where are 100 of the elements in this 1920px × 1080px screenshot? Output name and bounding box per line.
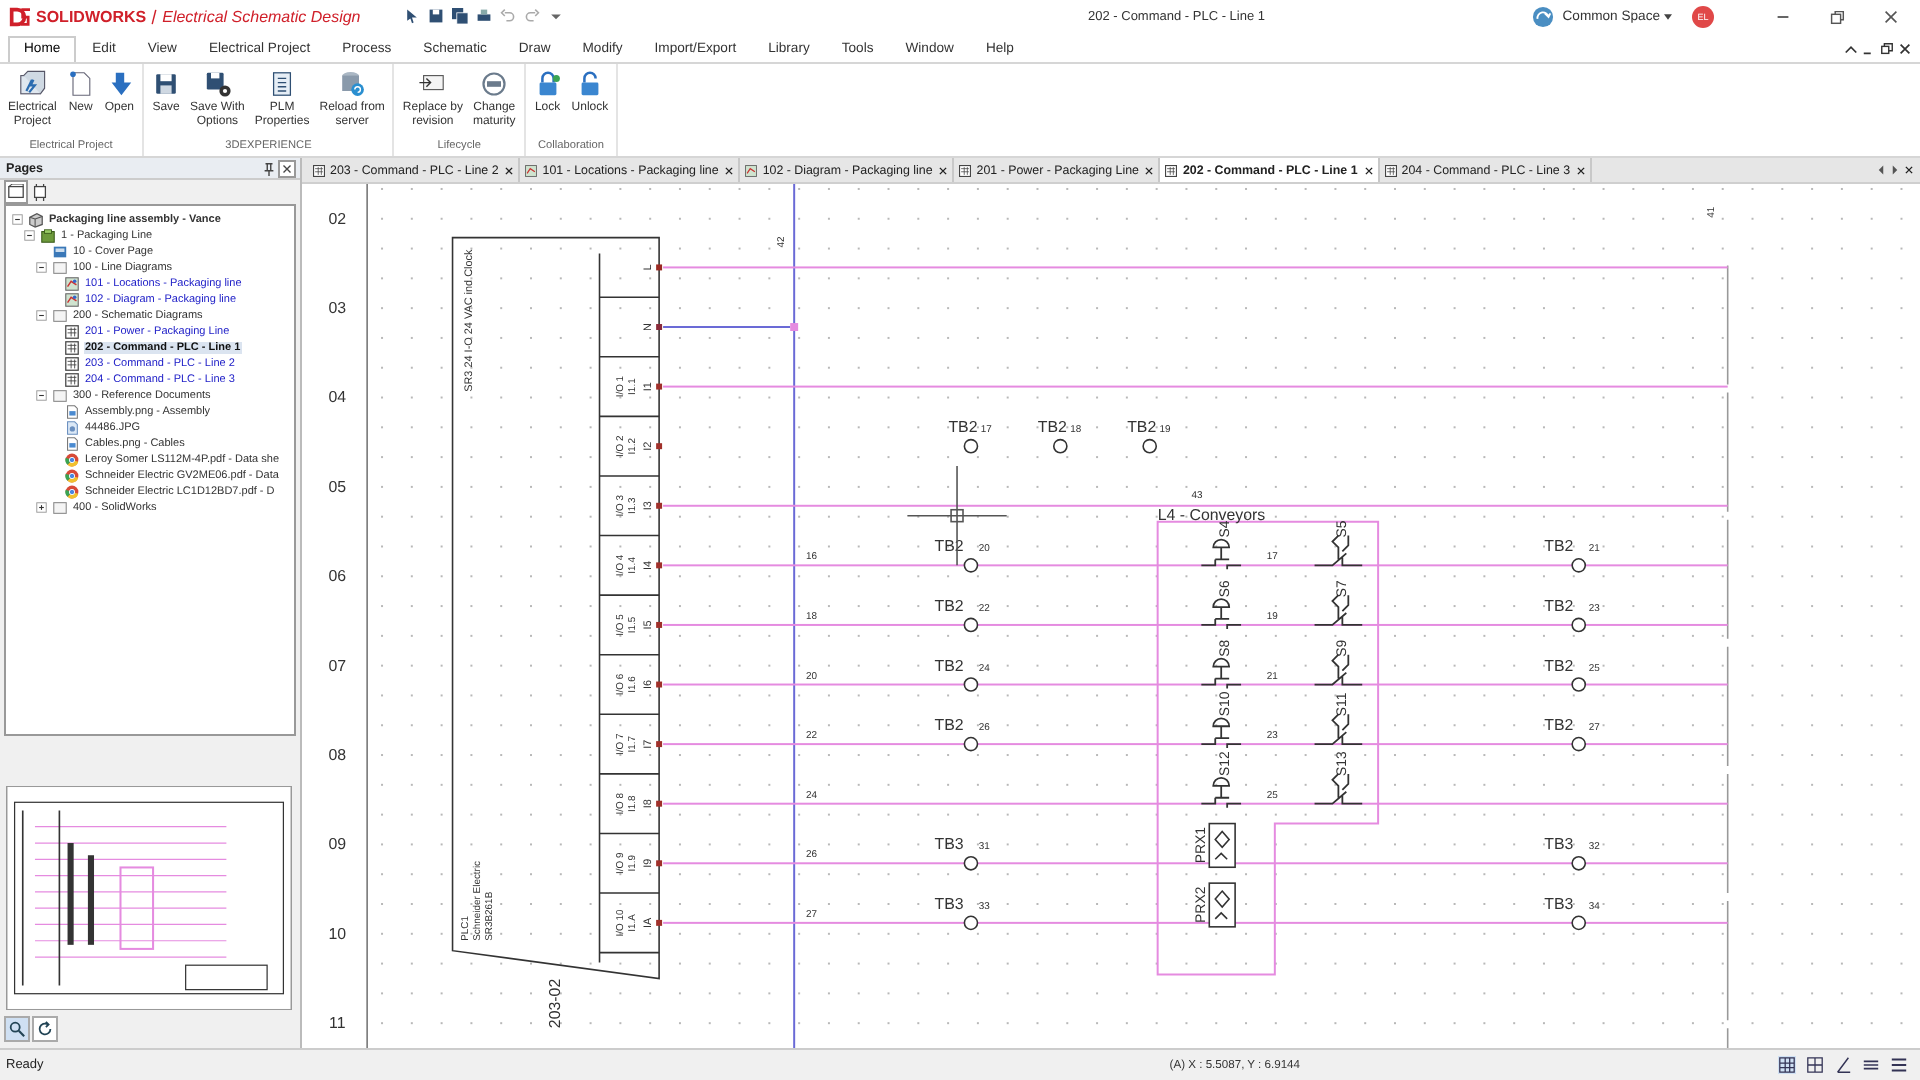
lines-icon[interactable] <box>1862 1056 1880 1074</box>
print-icon[interactable] <box>476 8 493 24</box>
restore-icon[interactable] <box>1880 42 1894 56</box>
close-icon[interactable] <box>1898 42 1912 56</box>
terminal-tag: TB2 <box>1544 716 1574 735</box>
terminal-point <box>656 919 663 926</box>
terminal-symbol <box>963 736 979 752</box>
row-number: 03 <box>328 299 347 318</box>
proximity-sensor-symbol <box>1208 882 1236 928</box>
save-all-icon[interactable] <box>452 8 469 24</box>
pushbutton-symbol <box>1200 657 1242 690</box>
save-options-icon <box>203 70 232 98</box>
folder-icon <box>51 260 67 276</box>
close-icon[interactable] <box>724 165 735 175</box>
close-icon[interactable] <box>1363 165 1374 175</box>
terminal-point <box>656 562 663 569</box>
collapse-ribbon-icon[interactable] <box>1844 42 1858 56</box>
terminal-tag: TB3 <box>1544 894 1574 913</box>
terminal-tag: TB2 <box>1127 418 1157 437</box>
terminal-point <box>656 383 663 390</box>
reload-icon <box>338 70 367 98</box>
switch-symbol <box>1313 534 1364 567</box>
switch-symbol <box>1313 713 1364 745</box>
close-icon[interactable] <box>938 165 949 175</box>
terminal-tag: TB2 <box>934 597 964 616</box>
terminal-point <box>656 800 663 807</box>
separator-icon <box>150 7 159 25</box>
image-file-icon <box>63 404 79 420</box>
terminal-point <box>656 860 663 867</box>
new-icon <box>66 70 95 98</box>
pages-view-icon[interactable] <box>6 182 26 202</box>
row-number: 05 <box>328 477 347 496</box>
dropdown-icon[interactable] <box>548 8 565 24</box>
terminal-tag: TB2 <box>1544 537 1574 556</box>
terminal-tag: TB3 <box>1544 835 1574 854</box>
switch-symbol <box>1313 773 1364 805</box>
project-icon <box>18 70 47 98</box>
close-icon[interactable] <box>1904 164 1914 176</box>
image-file-icon <box>63 436 79 452</box>
terminal-tag: TB2 <box>1037 418 1067 437</box>
close-icon[interactable] <box>280 161 294 175</box>
scroll-right-icon[interactable] <box>1890 164 1900 176</box>
photo-file-icon <box>63 420 79 436</box>
terminal-tag: TB2 <box>1544 656 1574 675</box>
close-icon[interactable] <box>1882 7 1900 25</box>
save-icon <box>152 70 181 98</box>
collapse-icon[interactable] <box>24 230 35 242</box>
pin-icon[interactable] <box>262 161 276 175</box>
terminal-tag: TB2 <box>948 418 978 437</box>
close-icon[interactable] <box>1576 165 1587 175</box>
terminal-tag: TB3 <box>934 835 964 854</box>
plm-icon <box>268 70 297 98</box>
folder-icon <box>51 308 67 324</box>
row-number: 06 <box>328 567 347 586</box>
close-icon[interactable] <box>1144 165 1155 175</box>
collapse-icon[interactable] <box>12 214 23 226</box>
refresh-icon[interactable] <box>34 1018 56 1040</box>
components-view-icon[interactable] <box>30 182 50 202</box>
logo-icon <box>6 5 32 27</box>
terminal-point <box>656 741 663 748</box>
diagram-icon <box>744 163 759 177</box>
restore-icon[interactable] <box>1828 7 1846 25</box>
zoom-icon[interactable] <box>6 1018 28 1040</box>
location-title: L4 - Conveyors <box>1157 505 1266 524</box>
proximity-sensor-symbol <box>1208 822 1236 869</box>
terminal-symbol <box>1571 915 1587 931</box>
diagram-icon <box>524 163 539 177</box>
close-icon[interactable] <box>504 165 515 175</box>
expand-icon[interactable] <box>36 502 47 514</box>
schematic-icon <box>1164 163 1179 177</box>
menu-icon[interactable] <box>1890 1056 1908 1074</box>
grid-icon[interactable] <box>1778 1056 1796 1074</box>
snap-icon[interactable] <box>1806 1056 1824 1074</box>
terminal-symbol <box>1571 736 1587 752</box>
terminal-symbol <box>963 438 979 454</box>
switch-symbol <box>1313 594 1364 626</box>
pushbutton-symbol <box>1200 777 1242 809</box>
maturity-icon <box>480 70 509 98</box>
collapse-icon[interactable] <box>36 390 47 402</box>
save-icon[interactable] <box>428 8 445 24</box>
terminal-symbol <box>963 558 979 573</box>
pointer-icon[interactable] <box>404 8 421 24</box>
terminal-point <box>656 621 663 628</box>
folder-icon <box>51 500 67 516</box>
collapse-icon[interactable] <box>36 310 47 322</box>
sheet-reference: 203-02 <box>545 978 564 1029</box>
caret-icon <box>1664 13 1672 19</box>
terminal-point <box>656 681 663 688</box>
terminal-tag: TB2 <box>1544 597 1574 616</box>
ortho-icon[interactable] <box>1834 1056 1852 1074</box>
pushbutton-symbol <box>1200 717 1242 749</box>
page-icon <box>51 244 67 260</box>
book-icon <box>39 228 55 244</box>
pushbutton-symbol <box>1200 538 1242 571</box>
switch-symbol <box>1313 653 1364 686</box>
collapse-icon[interactable] <box>36 262 47 274</box>
scroll-left-icon[interactable] <box>1876 164 1886 176</box>
terminal-symbol <box>1571 855 1587 871</box>
terminal-symbol <box>963 677 979 692</box>
row-number: 11 <box>329 1014 346 1033</box>
